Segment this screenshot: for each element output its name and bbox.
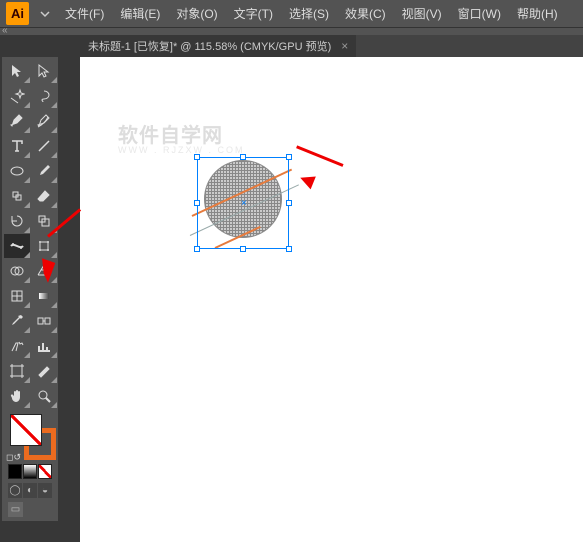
eyedropper-tool[interactable] (4, 309, 30, 333)
color-mode-row (4, 462, 56, 481)
width-tool[interactable] (4, 234, 30, 258)
document-tab[interactable]: 未标题-1 [已恢复]* @ 115.58% (CMYK/GPU 预览) × (80, 35, 356, 57)
perspective-grid-tool[interactable] (31, 259, 57, 283)
document-tab-title: 未标题-1 [已恢复]* @ 115.58% (CMYK/GPU 预览) (88, 38, 331, 54)
resize-handle[interactable] (286, 246, 292, 252)
resize-handle[interactable] (240, 246, 246, 252)
resize-handle[interactable] (194, 154, 200, 160)
fill-swatch[interactable] (10, 414, 42, 446)
draw-behind-icon[interactable]: ◐ (23, 483, 37, 498)
menu-window[interactable]: 窗口(W) (450, 5, 509, 22)
menu-type[interactable]: 文字(T) (226, 5, 281, 22)
draw-inside-icon[interactable]: ◒ (38, 483, 52, 498)
eraser-tool[interactable] (31, 184, 57, 208)
watermark-text: 软件自学网 (118, 119, 223, 148)
hand-tool[interactable] (4, 384, 30, 408)
lasso-tool[interactable] (31, 84, 57, 108)
zoom-tool[interactable] (31, 384, 57, 408)
line-segment-tool[interactable] (31, 134, 57, 158)
free-transform-tool[interactable] (31, 234, 57, 258)
control-panel-collapsed[interactable] (0, 27, 583, 35)
color-mode-solid[interactable] (8, 464, 22, 479)
type-tool[interactable] (4, 134, 30, 158)
selection-bounding-box[interactable]: × (197, 157, 289, 249)
direct-selection-tool[interactable] (31, 59, 57, 83)
scale-tool[interactable] (31, 209, 57, 233)
column-graph-tool[interactable] (31, 334, 57, 358)
color-mode-gradient[interactable] (23, 464, 37, 479)
shape-builder-tool[interactable] (4, 259, 30, 283)
draw-mode-row: ◯ ◐ ◒ (4, 481, 56, 500)
magic-wand-tool[interactable] (4, 84, 30, 108)
color-mode-none[interactable] (38, 464, 52, 479)
rectangle-tool[interactable] (4, 159, 30, 183)
document-tab-bar: 未标题-1 [已恢复]* @ 115.58% (CMYK/GPU 预览) × (80, 35, 583, 57)
fill-stroke-control[interactable]: ◻↺ (4, 412, 56, 462)
resize-handle[interactable] (194, 200, 200, 206)
artboard-tool[interactable] (4, 359, 30, 383)
app-logo: Ai (6, 2, 29, 25)
menu-file[interactable]: 文件(F) (57, 5, 112, 22)
blend-tool[interactable] (31, 309, 57, 333)
mesh-tool[interactable] (4, 284, 30, 308)
workspace-switcher[interactable] (37, 6, 53, 22)
screen-mode-row: ▭ (4, 500, 56, 519)
menu-select[interactable]: 选择(S) (281, 5, 337, 22)
chevron-down-icon (37, 6, 53, 22)
resize-handle[interactable] (286, 154, 292, 160)
slice-tool[interactable] (31, 359, 57, 383)
menu-view[interactable]: 视图(V) (394, 5, 450, 22)
symbol-sprayer-tool[interactable] (4, 334, 30, 358)
menu-object[interactable]: 对象(O) (168, 5, 225, 22)
annotation-arrow-canvas (293, 154, 353, 178)
draw-normal-icon[interactable]: ◯ (8, 483, 22, 498)
menu-help[interactable]: 帮助(H) (509, 5, 566, 22)
rotate-tool[interactable] (4, 209, 30, 233)
selection-center-mark: × (241, 201, 247, 206)
screen-mode-button[interactable]: ▭ (8, 502, 23, 517)
close-document-icon[interactable]: × (341, 39, 348, 53)
watermark-subtext: WWW . RJZXW . COM (118, 145, 244, 155)
tools-panel: ◻↺ ◯ ◐ ◒ ▭ (2, 57, 58, 521)
main-menu: 文件(F) 编辑(E) 对象(O) 文字(T) 选择(S) 效果(C) 视图(V… (57, 5, 566, 22)
selection-tool[interactable] (4, 59, 30, 83)
resize-handle[interactable] (194, 246, 200, 252)
pen-tool[interactable] (4, 109, 30, 133)
default-fill-stroke-icon[interactable]: ◻↺ (6, 453, 21, 462)
shaper-tool[interactable] (4, 184, 30, 208)
menu-effect[interactable]: 效果(C) (337, 5, 394, 22)
curvature-tool[interactable] (31, 109, 57, 133)
canvas-area[interactable]: 软件自学网 WWW . RJZXW . COM × (80, 57, 583, 542)
gradient-tool[interactable] (31, 284, 57, 308)
menu-edit[interactable]: 编辑(E) (112, 5, 168, 22)
resize-handle[interactable] (240, 154, 246, 160)
paintbrush-tool[interactable] (31, 159, 57, 183)
resize-handle[interactable] (286, 200, 292, 206)
